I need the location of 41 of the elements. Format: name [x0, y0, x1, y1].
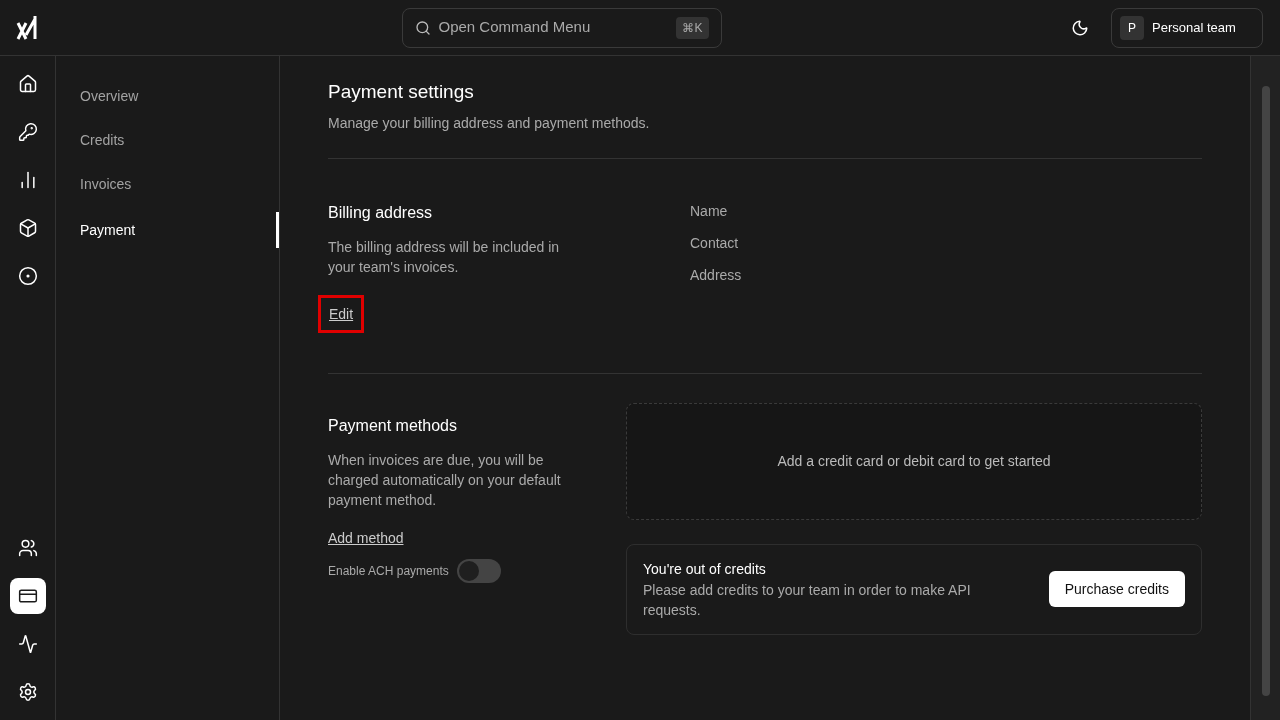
ach-toggle[interactable] — [456, 558, 501, 583]
subnav-link[interactable]: Overview — [80, 80, 139, 112]
page-subtitle: Manage your billing address and payment methods. — [328, 113, 651, 133]
logo-icon — [16, 14, 40, 41]
cube-icon — [17, 218, 38, 238]
section-description: The billing address will be included in your team's invoices. — [328, 237, 561, 277]
card-icon — [17, 586, 38, 606]
pulse-icon — [17, 634, 38, 654]
search-icon — [414, 19, 431, 36]
people-icon — [17, 538, 38, 558]
field-label: Contact — [690, 233, 740, 253]
empty-message: Add a credit card or debit card to get started — [777, 451, 1051, 471]
field-label: Address — [690, 265, 742, 285]
scrollbar-thumb[interactable] — [1261, 86, 1270, 696]
settings-icon — [17, 682, 38, 702]
section-description: When invoices are due, you will be charged automatically on your default payment method. — [328, 450, 562, 510]
active-indicator — [276, 212, 279, 248]
team-switcher[interactable]: P Personal team — [1111, 7, 1263, 48]
edit-link[interactable]: Edit — [329, 305, 354, 322]
key-icon — [17, 122, 38, 142]
section-title: Payment methods — [328, 415, 458, 436]
subnav-link[interactable]: Credits — [80, 124, 125, 156]
moon-icon[interactable] — [1071, 18, 1089, 37]
purchase-credits-button[interactable]: Purchase credits — [1048, 571, 1185, 607]
page-title: Payment settings — [328, 80, 475, 104]
subnav-link[interactable]: Payment — [80, 214, 136, 246]
command-menu-label: Open Command Menu — [438, 17, 592, 38]
nav-rail-button[interactable] — [9, 578, 46, 614]
command-menu-button[interactable]: Open Command Menu ⌘K — [401, 7, 722, 48]
shortcut-badge: ⌘K — [676, 16, 709, 39]
subnav-link[interactable]: Invoices — [80, 168, 132, 200]
notice-title: You're out of credits — [643, 559, 767, 579]
section-title: Billing address — [328, 202, 434, 223]
add-method-link[interactable]: Add method — [328, 527, 594, 549]
team-name: Personal team — [1152, 18, 1236, 37]
toggle-label: Enable ACH payments — [328, 562, 449, 580]
field-label: Name — [690, 201, 729, 221]
team-avatar: P — [1120, 15, 1144, 40]
notice-message: Please add credits to your team in order to make API requests. — [643, 580, 972, 620]
home-icon — [17, 74, 38, 94]
target-icon — [17, 266, 38, 286]
